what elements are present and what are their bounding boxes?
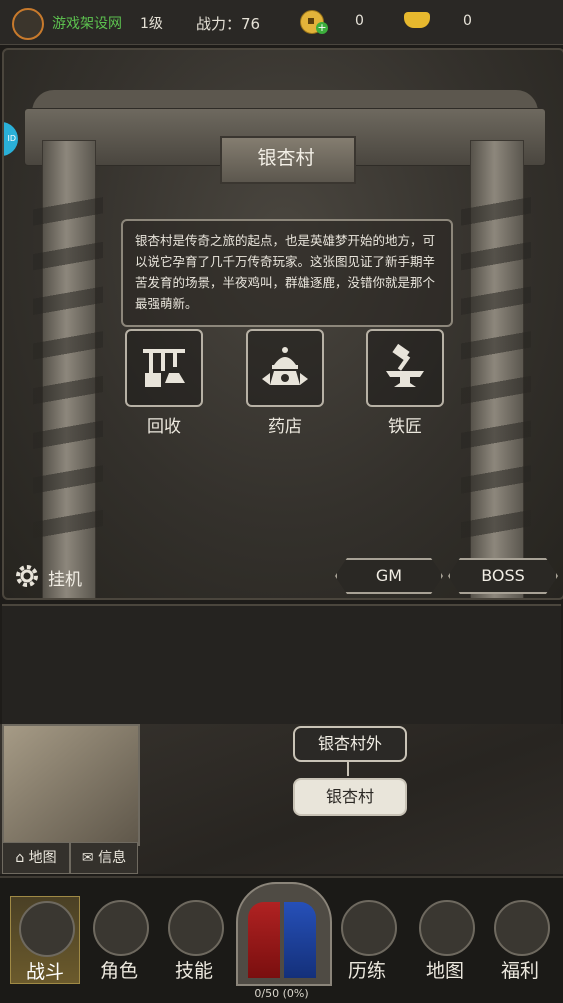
pharmacy-icon: [262, 347, 308, 385]
experience-text: 0/50 (0%): [254, 987, 309, 1000]
left-dragon-pillar: [33, 140, 103, 598]
location-current[interactable]: 银杏村: [293, 778, 407, 816]
map-button[interactable]: ⌂ 地图: [2, 842, 70, 874]
nav-training-label: 历练: [347, 960, 386, 982]
pharmacy-label: 药店: [268, 417, 302, 437]
info-button[interactable]: ✉ 信息: [70, 842, 138, 874]
add-coin-icon[interactable]: +: [316, 22, 328, 34]
nav-training[interactable]: 历练: [333, 896, 401, 982]
nav-welfare-label: 福利: [500, 960, 539, 982]
player-level: 1级: [140, 16, 163, 32]
location-link: [347, 762, 349, 776]
info-icon: ✉: [81, 850, 99, 866]
map-icon: ⌂: [15, 850, 29, 866]
gold-ingot-count: 0: [463, 13, 472, 29]
nav-battle[interactable]: 战斗: [10, 896, 80, 984]
crossed-swords-icon: [19, 901, 75, 957]
combat-power-value: 76: [241, 15, 261, 33]
top-status-bar: 游戏架设网 1级 战力：76 + 0 0: [0, 0, 563, 45]
gm-button[interactable]: GM: [335, 558, 443, 594]
flame-icon: [168, 900, 224, 956]
boss-button[interactable]: BOSS: [448, 558, 558, 594]
right-dragon-pillar: [461, 140, 531, 598]
combat-power-label: 战力：: [196, 15, 242, 33]
nav-character[interactable]: 角色: [85, 896, 153, 982]
gold-ingot-icon: [404, 12, 430, 28]
afk-label[interactable]: 挂机: [48, 565, 82, 590]
nav-battle-label: 战斗: [25, 961, 64, 983]
nav-map-label: 地图: [425, 960, 464, 982]
game-logo-icon[interactable]: [12, 8, 44, 40]
pharmacy-button[interactable]: [246, 329, 324, 407]
nav-skills[interactable]: 技能: [160, 896, 228, 982]
info-button-label: 信息: [98, 850, 127, 866]
vortex-icon: [341, 900, 397, 956]
side-badge[interactable]: ID: [4, 122, 18, 156]
blacksmith-button[interactable]: [366, 329, 444, 407]
village-title: 银杏村: [257, 147, 315, 169]
gear-icon[interactable]: [14, 563, 40, 589]
message-panel: [2, 604, 561, 726]
copper-coin-count: 0: [355, 13, 364, 29]
recycle-label: 回收: [147, 417, 181, 437]
recycle-button[interactable]: [125, 329, 203, 407]
village-scene: ID 银杏村 银杏村是传奇之旅的起点，也是英雄梦开始的地方，可以说它孕育了几千万…: [2, 48, 563, 600]
nav-map[interactable]: 地图: [411, 896, 479, 982]
nav-welfare[interactable]: 福利: [486, 896, 554, 982]
helmet-icon: [93, 900, 149, 956]
map-button-label: 地图: [28, 850, 57, 866]
combat-power: 战力：76: [196, 13, 260, 34]
portal-red-door: [248, 902, 280, 978]
blacksmith-label: 铁匠: [388, 417, 422, 437]
chest-icon: [494, 900, 550, 956]
portal-blue-door: [284, 902, 316, 978]
village-description: 银杏村是传奇之旅的起点，也是英雄梦开始的地方，可以说它孕育了几千万传奇玩家。这张…: [135, 233, 436, 311]
map-pin-icon: [419, 900, 475, 956]
minimap[interactable]: [2, 724, 140, 846]
nav-character-label: 角色: [99, 960, 138, 982]
recycle-icon: [143, 349, 185, 387]
site-name: 游戏架设网: [52, 16, 122, 32]
nav-skills-label: 技能: [174, 960, 213, 982]
location-outer-village[interactable]: 银杏村外: [293, 726, 407, 762]
anvil-icon: [386, 343, 424, 387]
